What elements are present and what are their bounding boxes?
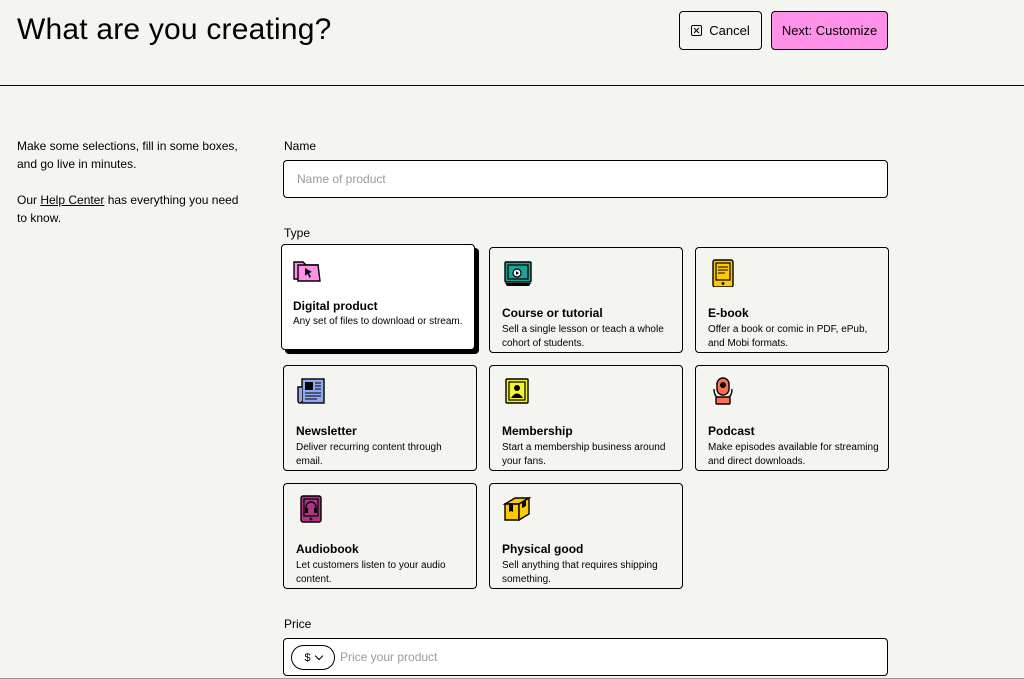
intro-prefix: Our — [17, 193, 41, 207]
name-input[interactable]: Name of product — [283, 160, 888, 198]
headphones-book-icon — [300, 495, 322, 523]
type-option-e-book[interactable]: E-book Offer a book or comic in PDF, ePu… — [695, 247, 889, 353]
ebook-reader-icon — [712, 259, 734, 287]
type-option-title: Membership — [502, 424, 573, 438]
chevron-down-icon — [314, 651, 323, 661]
cancel-button[interactable]: Cancel — [679, 11, 762, 50]
currency-select[interactable]: $ — [291, 645, 335, 670]
next-customize-button[interactable]: Next: Customize — [771, 11, 888, 50]
name-label: Name — [284, 139, 317, 153]
price-placeholder: Price your product — [340, 650, 438, 664]
type-option-audiobook[interactable]: Audiobook Let customers listen to your a… — [283, 483, 477, 589]
type-label: Type — [284, 226, 311, 240]
type-option-podcast[interactable]: Podcast Make episodes available for stre… — [695, 365, 889, 471]
intro-line-2: Our Help Center has everything you need … — [17, 191, 247, 227]
intro-text: Make some selections, fill in some boxes… — [17, 137, 247, 227]
name-placeholder: Name of product — [297, 172, 386, 186]
newspaper-icon — [297, 378, 325, 404]
type-option-title: Digital product — [293, 299, 378, 313]
type-option-title: Audiobook — [296, 542, 359, 556]
close-icon — [691, 25, 703, 36]
help-center-link[interactable]: Help Center — [40, 193, 104, 207]
type-option-desc: Offer a book or comic in PDF, ePub, and … — [708, 324, 868, 349]
type-option-title: Course or tutorial — [502, 306, 603, 320]
page-title: What are you creating? — [17, 13, 332, 46]
currency-symbol: $ — [304, 651, 311, 664]
type-option-desc: Any set of files to download or stream. — [293, 316, 463, 327]
type-option-desc: Sell a single lesson or teach a whole co… — [502, 324, 664, 349]
type-option-desc: Let customers listen to your audio conte… — [296, 560, 446, 585]
type-option-title: Physical good — [502, 542, 584, 556]
folder-cursor-icon — [293, 261, 321, 282]
membership-card-icon — [505, 378, 529, 404]
type-option-title: Newsletter — [296, 424, 357, 438]
type-option-desc: Deliver recurring content through email. — [296, 442, 442, 467]
type-option-newsletter[interactable]: Newsletter Deliver recurring content thr… — [283, 365, 477, 471]
type-option-desc: Start a membership business around your … — [502, 442, 666, 467]
type-option-course-or-tutorial[interactable]: Course or tutorial Sell a single lesson … — [489, 247, 683, 353]
type-option-desc: Make episodes available for streaming an… — [708, 442, 879, 467]
type-option-desc: Sell anything that requires shipping som… — [502, 560, 658, 585]
price-label: Price — [284, 617, 312, 631]
microphone-icon — [713, 377, 733, 405]
type-option-digital-product[interactable]: Digital product Any set of files to down… — [281, 244, 475, 350]
video-screen-icon — [504, 261, 532, 286]
type-option-membership[interactable]: Membership Start a membership business a… — [489, 365, 683, 471]
intro-line-1: Make some selections, fill in some boxes… — [17, 139, 238, 171]
header: What are you creating? Cancel Next: Cust… — [0, 0, 1024, 86]
type-option-title: E-book — [708, 306, 749, 320]
price-input[interactable]: $ Price your product — [283, 638, 888, 676]
package-box-icon — [502, 496, 532, 522]
type-option-physical-good[interactable]: Physical good Sell anything that require… — [489, 483, 683, 589]
type-option-title: Podcast — [708, 424, 755, 438]
cancel-label: Cancel — [709, 23, 750, 38]
